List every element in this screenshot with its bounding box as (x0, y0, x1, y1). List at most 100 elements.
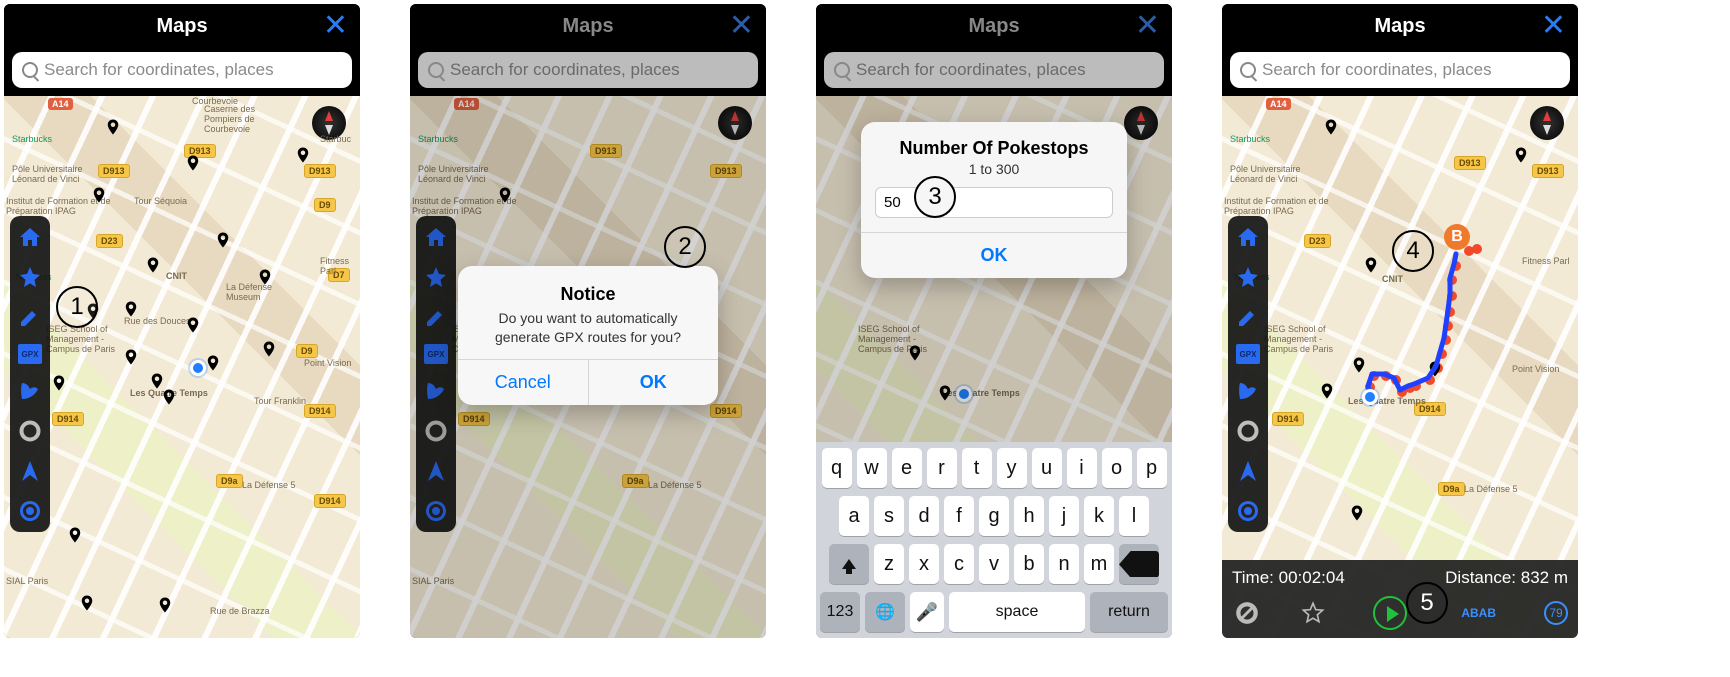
step-badge-1: 1 (56, 286, 98, 328)
close-icon[interactable]: ✕ (729, 11, 754, 41)
key-i[interactable]: i (1067, 448, 1097, 488)
key-q[interactable]: q (822, 448, 852, 488)
navbar: Maps ✕ (1222, 4, 1578, 48)
prompt-subtitle: 1 to 300 (875, 161, 1113, 177)
space-key[interactable]: space (949, 592, 1085, 632)
poi-marker (256, 268, 274, 286)
star-icon[interactable] (17, 264, 43, 290)
bird-icon[interactable] (17, 378, 43, 404)
key-n[interactable]: n (1049, 544, 1079, 584)
prompt-input[interactable] (875, 187, 1113, 218)
close-icon[interactable]: ✕ (1541, 11, 1566, 41)
keyboard: qwertyuiop asdfghjkl zxcvbnm 123 🌐 🎤 spa… (816, 442, 1172, 638)
key-m[interactable]: m (1084, 544, 1114, 584)
pokeball-icon[interactable] (17, 418, 43, 444)
close-icon[interactable]: ✕ (1135, 11, 1160, 41)
ok-button[interactable]: OK (588, 360, 719, 405)
map-labels: Starbucks Courbevoie Pôle Universitaire … (4, 96, 360, 638)
key-g[interactable]: g (979, 496, 1009, 536)
backspace-key[interactable] (1119, 544, 1159, 584)
step-badge-4: 4 (1392, 230, 1434, 272)
poi-marker (160, 388, 178, 406)
key-v[interactable]: v (979, 544, 1009, 584)
pen-icon[interactable] (17, 304, 43, 330)
key-f[interactable]: f (944, 496, 974, 536)
gpx-icon[interactable]: GPX (18, 344, 42, 364)
key-j[interactable]: j (1049, 496, 1079, 536)
search-input (450, 60, 748, 80)
step-badge-5: 5 (1406, 582, 1448, 624)
key-x[interactable]: x (909, 544, 939, 584)
search-input[interactable] (1262, 60, 1560, 80)
key-p[interactable]: p (1137, 448, 1167, 488)
alert-dialog: Notice Do you want to automatically gene… (458, 266, 718, 405)
home-icon[interactable] (17, 224, 43, 250)
key-z[interactable]: z (874, 544, 904, 584)
screen-4: Maps ✕ A14 D913 D23 D914 D914 D9a D913 S… (1222, 4, 1578, 638)
navbar: Maps ✕ (410, 4, 766, 48)
screen-3: Maps ✕ ISEG School of Management - Campu… (816, 4, 1172, 638)
navbar: Maps ✕ (4, 4, 360, 48)
key-e[interactable]: e (892, 448, 922, 488)
ok-button[interactable]: OK (861, 232, 1127, 278)
search-field (824, 52, 1164, 88)
poi-marker (260, 340, 278, 358)
key-r[interactable]: r (927, 448, 957, 488)
screen-2: Maps ✕ A14 D913 D913 D914 D914 D9a Starb… (410, 4, 766, 638)
route-line (1222, 96, 1578, 638)
play-button[interactable] (1373, 596, 1407, 630)
screen-1: Maps ✕ A14 D913 D913 D913 D23 D9 D9 D914… (4, 4, 360, 638)
poi-marker (214, 231, 232, 249)
locate-icon[interactable] (17, 498, 43, 524)
shift-key[interactable] (829, 544, 869, 584)
time-readout: Time: 00:02:04 (1232, 568, 1345, 588)
key-o[interactable]: o (1102, 448, 1132, 488)
nav-title: Maps (968, 15, 1019, 38)
loop-mode-label[interactable]: ABAB (1461, 606, 1496, 620)
key-k[interactable]: k (1084, 496, 1114, 536)
step-badge-3: 3 (914, 176, 956, 218)
search-field (418, 52, 758, 88)
search-input[interactable] (44, 60, 342, 80)
stop-count-badge[interactable]: 79 (1544, 601, 1568, 625)
mic-key[interactable]: 🎤 (910, 592, 944, 632)
key-a[interactable]: a (839, 496, 869, 536)
map[interactable]: A14 D913 D23 D914 D914 D9a D913 Starbuck… (1222, 96, 1578, 638)
key-d[interactable]: d (909, 496, 939, 536)
key-t[interactable]: t (962, 448, 992, 488)
globe-key[interactable]: 🌐 (865, 592, 905, 632)
map[interactable]: A14 D913 D913 D913 D23 D9 D9 D914 D914 D… (4, 96, 360, 638)
block-icon[interactable] (1232, 598, 1262, 628)
poi-marker (184, 316, 202, 334)
key-u[interactable]: u (1032, 448, 1062, 488)
poi-marker (184, 154, 202, 172)
key-s[interactable]: s (874, 496, 904, 536)
user-location-icon (190, 360, 206, 376)
keyboard-row-3: zxcvbnm (820, 544, 1168, 584)
keyboard-row-bottom: 123 🌐 🎤 space return (820, 592, 1168, 632)
cancel-button[interactable]: Cancel (458, 360, 588, 405)
search-field[interactable] (1230, 52, 1570, 88)
close-icon[interactable]: ✕ (323, 11, 348, 41)
key-w[interactable]: w (857, 448, 887, 488)
search-wrap (4, 48, 360, 96)
search-wrap (1222, 48, 1578, 96)
key-c[interactable]: c (944, 544, 974, 584)
map: ISEG School of Management - Campus de Pa… (816, 96, 1172, 638)
key-b[interactable]: b (1014, 544, 1044, 584)
keyboard-row-2: asdfghjkl (820, 496, 1168, 536)
key-y[interactable]: y (997, 448, 1027, 488)
distance-readout: Distance: 832 m (1445, 568, 1568, 588)
key-h[interactable]: h (1014, 496, 1044, 536)
search-field[interactable] (12, 52, 352, 88)
favorite-icon[interactable] (1298, 598, 1328, 628)
poi-marker (156, 596, 174, 614)
return-key[interactable]: return (1090, 592, 1168, 632)
num-key[interactable]: 123 (820, 592, 860, 632)
key-l[interactable]: l (1119, 496, 1149, 536)
poi-marker (122, 300, 140, 318)
nav-arrow-icon[interactable] (17, 458, 43, 484)
poi-marker (204, 354, 222, 372)
search-icon (22, 62, 38, 78)
poi-marker (104, 118, 122, 136)
